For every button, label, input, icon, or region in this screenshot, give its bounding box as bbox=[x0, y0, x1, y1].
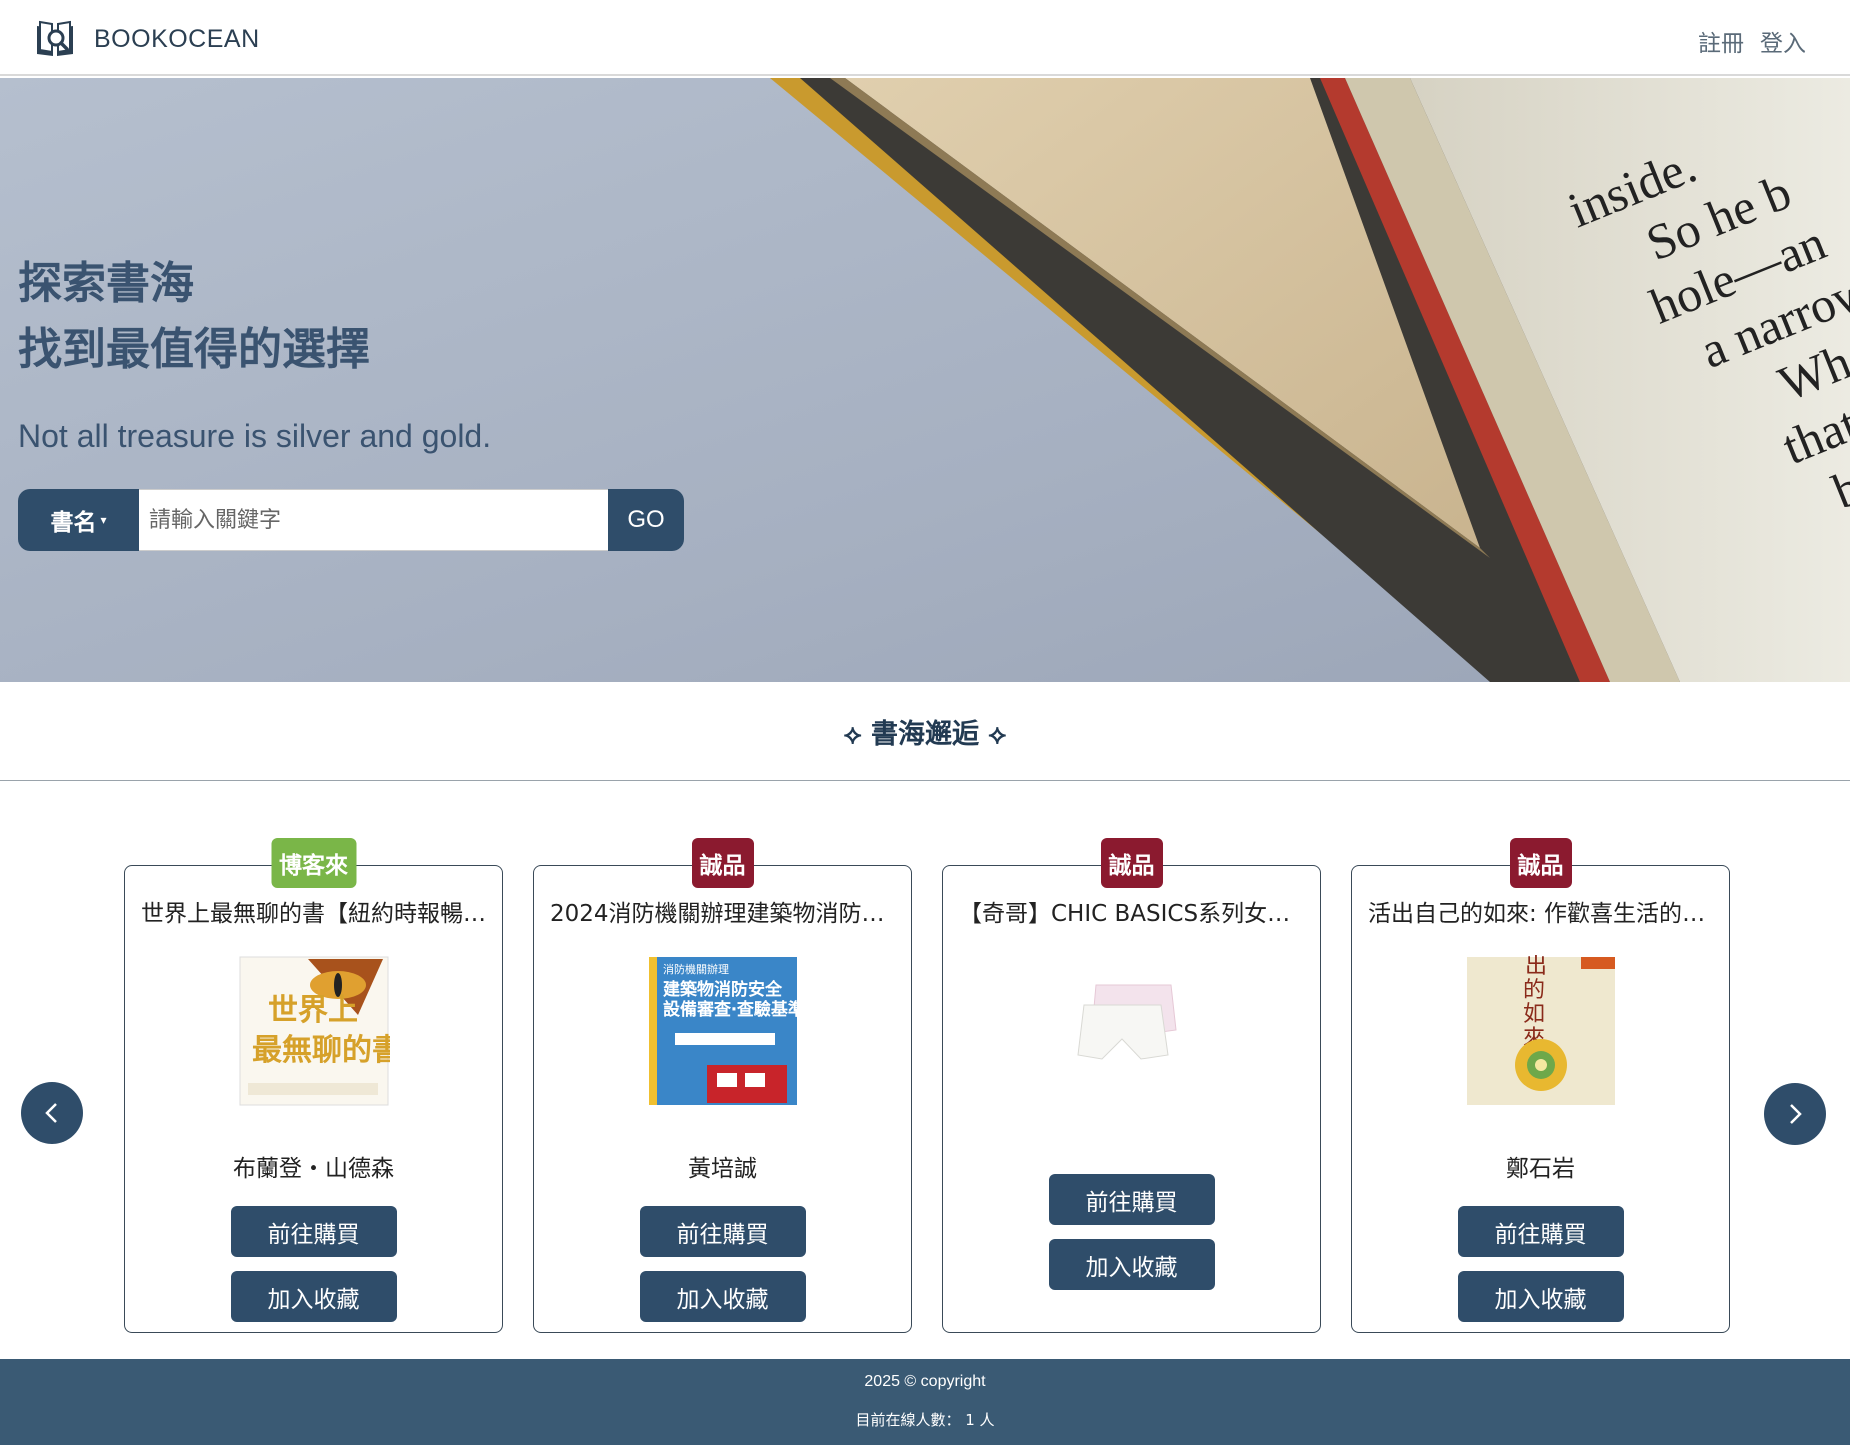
product-card: 博客來 世界上最無聊的書【紐約時報暢銷書】 世界上 最無聊的書 布蘭登・山德森 … bbox=[124, 838, 503, 1333]
brand[interactable]: BOOKOCEAN bbox=[34, 18, 260, 60]
login-link[interactable]: 登入 bbox=[1760, 24, 1806, 58]
nav-links: 註冊 登入 bbox=[1698, 24, 1806, 58]
product-card: 誠品 活出自己的如來: 作歡喜生活的主人 出 的 如 來 鄭石岩 前往購買 加入… bbox=[1351, 838, 1730, 1333]
search-category-label: 書名 bbox=[50, 510, 97, 536]
store-badge: 博客來 bbox=[271, 838, 356, 888]
hero-subtitle: Not all treasure is silver and gold. bbox=[18, 418, 492, 454]
store-badge: 誠品 bbox=[1509, 838, 1572, 888]
hero-banner: inside. So he b hole—an a narrow Wha tha… bbox=[0, 78, 1850, 682]
product-title[interactable]: 活出自己的如來: 作歡喜生活的主人 bbox=[1368, 894, 1713, 928]
buy-button[interactable]: 前往購買 bbox=[639, 1206, 806, 1257]
caret-down-icon: ▾ bbox=[100, 513, 107, 527]
svg-text:世界上: 世界上 bbox=[268, 993, 358, 1028]
hero-title-line1: 探索書海 bbox=[18, 258, 194, 309]
product-card: 誠品 2024消防機關辦理建築物消防安全設備審查、查驗基準 消防機關辦理 建築物… bbox=[533, 838, 912, 1333]
register-link[interactable]: 註冊 bbox=[1698, 24, 1744, 58]
navbar: BOOKOCEAN 註冊 登入 bbox=[0, 0, 1850, 76]
store-badge: 誠品 bbox=[1100, 838, 1163, 888]
book-search-logo-icon bbox=[37, 20, 73, 56]
add-favorite-button[interactable]: 加入收藏 bbox=[1048, 1239, 1215, 1290]
book-cover-image[interactable]: 消防機關辦理 建築物消防安全 設備審查‧查驗基準 bbox=[647, 955, 799, 1107]
brand-name: BOOKOCEAN bbox=[94, 24, 260, 53]
svg-text:如: 如 bbox=[1523, 1002, 1545, 1027]
book-cover-image[interactable]: 世界上 最無聊的書 bbox=[238, 955, 390, 1107]
hero-title: 探索書海 找到最值得的選擇 bbox=[18, 251, 370, 383]
buy-button[interactable]: 前往購買 bbox=[230, 1206, 397, 1257]
chevron-right-icon bbox=[1790, 1104, 1802, 1124]
svg-text:的: 的 bbox=[1523, 978, 1545, 1003]
copyright-text: 2025 © copyright bbox=[864, 1373, 986, 1390]
product-image[interactable] bbox=[1055, 955, 1208, 1107]
carousel-prev-button[interactable] bbox=[21, 1082, 83, 1144]
store-badge: 誠品 bbox=[691, 838, 754, 888]
buy-button[interactable]: 前往購買 bbox=[1457, 1206, 1624, 1257]
section-title: ⟡ 書海邂逅 ⟡ bbox=[843, 719, 1007, 750]
book-cover-image[interactable]: 出 的 如 來 bbox=[1465, 955, 1617, 1107]
online-count-text: 目前在線人數： 1 人 bbox=[855, 1411, 995, 1429]
search-go-button[interactable]: GO bbox=[608, 489, 684, 551]
add-favorite-button[interactable]: 加入收藏 bbox=[1457, 1271, 1624, 1322]
buy-button[interactable]: 前往購買 bbox=[1048, 1174, 1215, 1225]
search-input[interactable] bbox=[139, 489, 608, 551]
svg-text:建築物消防安全: 建築物消防安全 bbox=[663, 979, 783, 1000]
svg-text:最無聊的書: 最無聊的書 bbox=[252, 1033, 390, 1068]
svg-text:出: 出 bbox=[1525, 955, 1547, 979]
product-title[interactable]: 2024消防機關辦理建築物消防安全設備審查、查驗基準 bbox=[550, 894, 895, 928]
product-title[interactable]: 世界上最無聊的書【紐約時報暢銷書】 bbox=[141, 894, 486, 928]
author-name: 鄭石岩 bbox=[1506, 1156, 1575, 1182]
chevron-left-icon bbox=[45, 1103, 57, 1123]
add-favorite-button[interactable]: 加入收藏 bbox=[230, 1271, 397, 1322]
product-card: 誠品 【奇哥】CHIC BASICS系列女童內褲 前往購買 加入收藏 bbox=[942, 838, 1321, 1333]
product-title[interactable]: 【奇哥】CHIC BASICS系列女童內褲 bbox=[959, 894, 1304, 928]
search-bar: 書名 ▾ GO bbox=[18, 489, 684, 551]
carousel-next-button[interactable] bbox=[1764, 1083, 1826, 1145]
author-name: 黃培誠 bbox=[688, 1156, 757, 1182]
author-name: 布蘭登・山德森 bbox=[233, 1156, 394, 1182]
svg-text:消防機關辦理: 消防機關辦理 bbox=[663, 962, 729, 976]
add-favorite-button[interactable]: 加入收藏 bbox=[639, 1271, 806, 1322]
hero-title-line2: 找到最值得的選擇 bbox=[18, 324, 370, 375]
section-divider bbox=[0, 780, 1850, 781]
search-category-dropdown[interactable]: 書名 ▾ bbox=[18, 489, 139, 551]
footer: 2025 © copyright 目前在線人數： 1 人 bbox=[0, 1359, 1850, 1445]
svg-text:設備審查‧查驗基準: 設備審查‧查驗基準 bbox=[663, 999, 799, 1020]
